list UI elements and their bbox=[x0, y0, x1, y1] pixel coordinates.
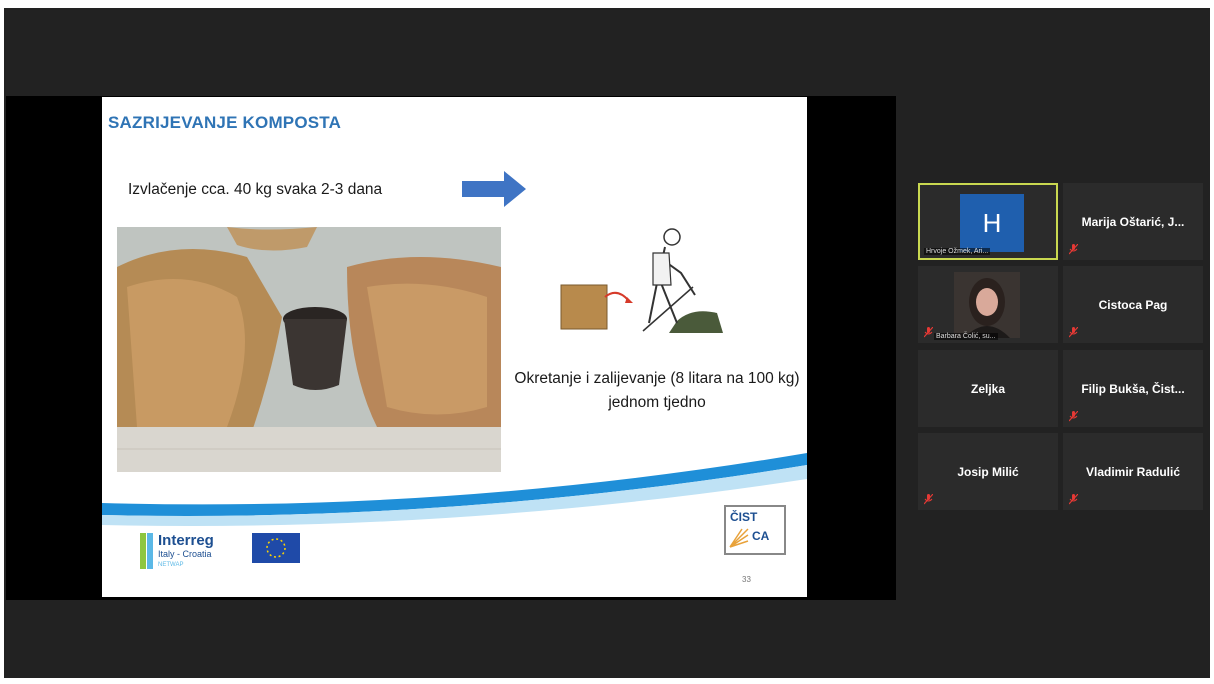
mic-muted-icon bbox=[1069, 411, 1078, 422]
shared-slide: SAZRIJEVANJE KOMPOSTA Izvlačenje cca. 40… bbox=[102, 97, 807, 597]
mic-muted-icon bbox=[1069, 244, 1078, 255]
slide-text-turning: Okretanje i zalijevanje (8 litara na 100… bbox=[514, 370, 800, 411]
mic-muted-icon bbox=[1069, 327, 1078, 338]
worker-turning-compost-illustration bbox=[560, 228, 723, 333]
interreg-logo: Interreg Italy - Croatia NETWAP bbox=[140, 532, 300, 569]
participant-tile[interactable]: Marija Oštarić, J... bbox=[1063, 183, 1203, 260]
slide-wave-decoration bbox=[102, 453, 807, 527]
participant-tile-video[interactable]: Barbara Čolić, su... bbox=[918, 266, 1058, 343]
slide-text-extraction: Izvlačenje cca. 40 kg svaka 2-3 dana bbox=[128, 181, 383, 198]
avatar: H bbox=[960, 194, 1024, 252]
participant-tile[interactable]: Filip Bukša, Čist... bbox=[1063, 350, 1203, 427]
participant-tile[interactable]: Josip Milić bbox=[918, 433, 1058, 510]
slide-page-number: 33 bbox=[742, 575, 751, 584]
participant-name: Vladimir Radulić bbox=[1085, 464, 1181, 479]
participant-name-label: Hrvoje Ožmek, Ari... bbox=[924, 248, 991, 255]
right-arrow-icon bbox=[462, 171, 526, 207]
participant-name-label: Barbara Čolić, su... bbox=[934, 333, 998, 340]
participant-tile-active[interactable]: H Hrvoje Ožmek, Ari... bbox=[918, 183, 1058, 260]
participant-tile[interactable]: Vladimir Radulić bbox=[1063, 433, 1203, 510]
svg-text:Italy - Croatia: Italy - Croatia bbox=[158, 549, 212, 559]
mic-muted-icon bbox=[924, 494, 933, 505]
participant-name: Zeljka bbox=[970, 381, 1006, 396]
cistoca-logo: ČIST CA bbox=[724, 505, 786, 555]
participant-tile[interactable]: Cistoca Pag bbox=[1063, 266, 1203, 343]
participant-tile[interactable]: Zeljka bbox=[918, 350, 1058, 427]
svg-text:NETWAP: NETWAP bbox=[158, 562, 183, 568]
mic-muted-icon bbox=[1069, 494, 1078, 505]
participant-video bbox=[954, 272, 1020, 338]
participant-name: Josip Milić bbox=[957, 464, 1019, 479]
mic-muted-icon bbox=[924, 327, 933, 338]
participant-name: Filip Bukša, Čist... bbox=[1081, 381, 1185, 396]
compost-photo bbox=[117, 227, 501, 472]
participant-name: Cistoca Pag bbox=[1098, 297, 1168, 312]
participant-name: Marija Oštarić, J... bbox=[1081, 214, 1185, 229]
svg-text:Interreg: Interreg bbox=[158, 532, 214, 549]
slide-title: SAZRIJEVANJE KOMPOSTA bbox=[108, 113, 342, 132]
